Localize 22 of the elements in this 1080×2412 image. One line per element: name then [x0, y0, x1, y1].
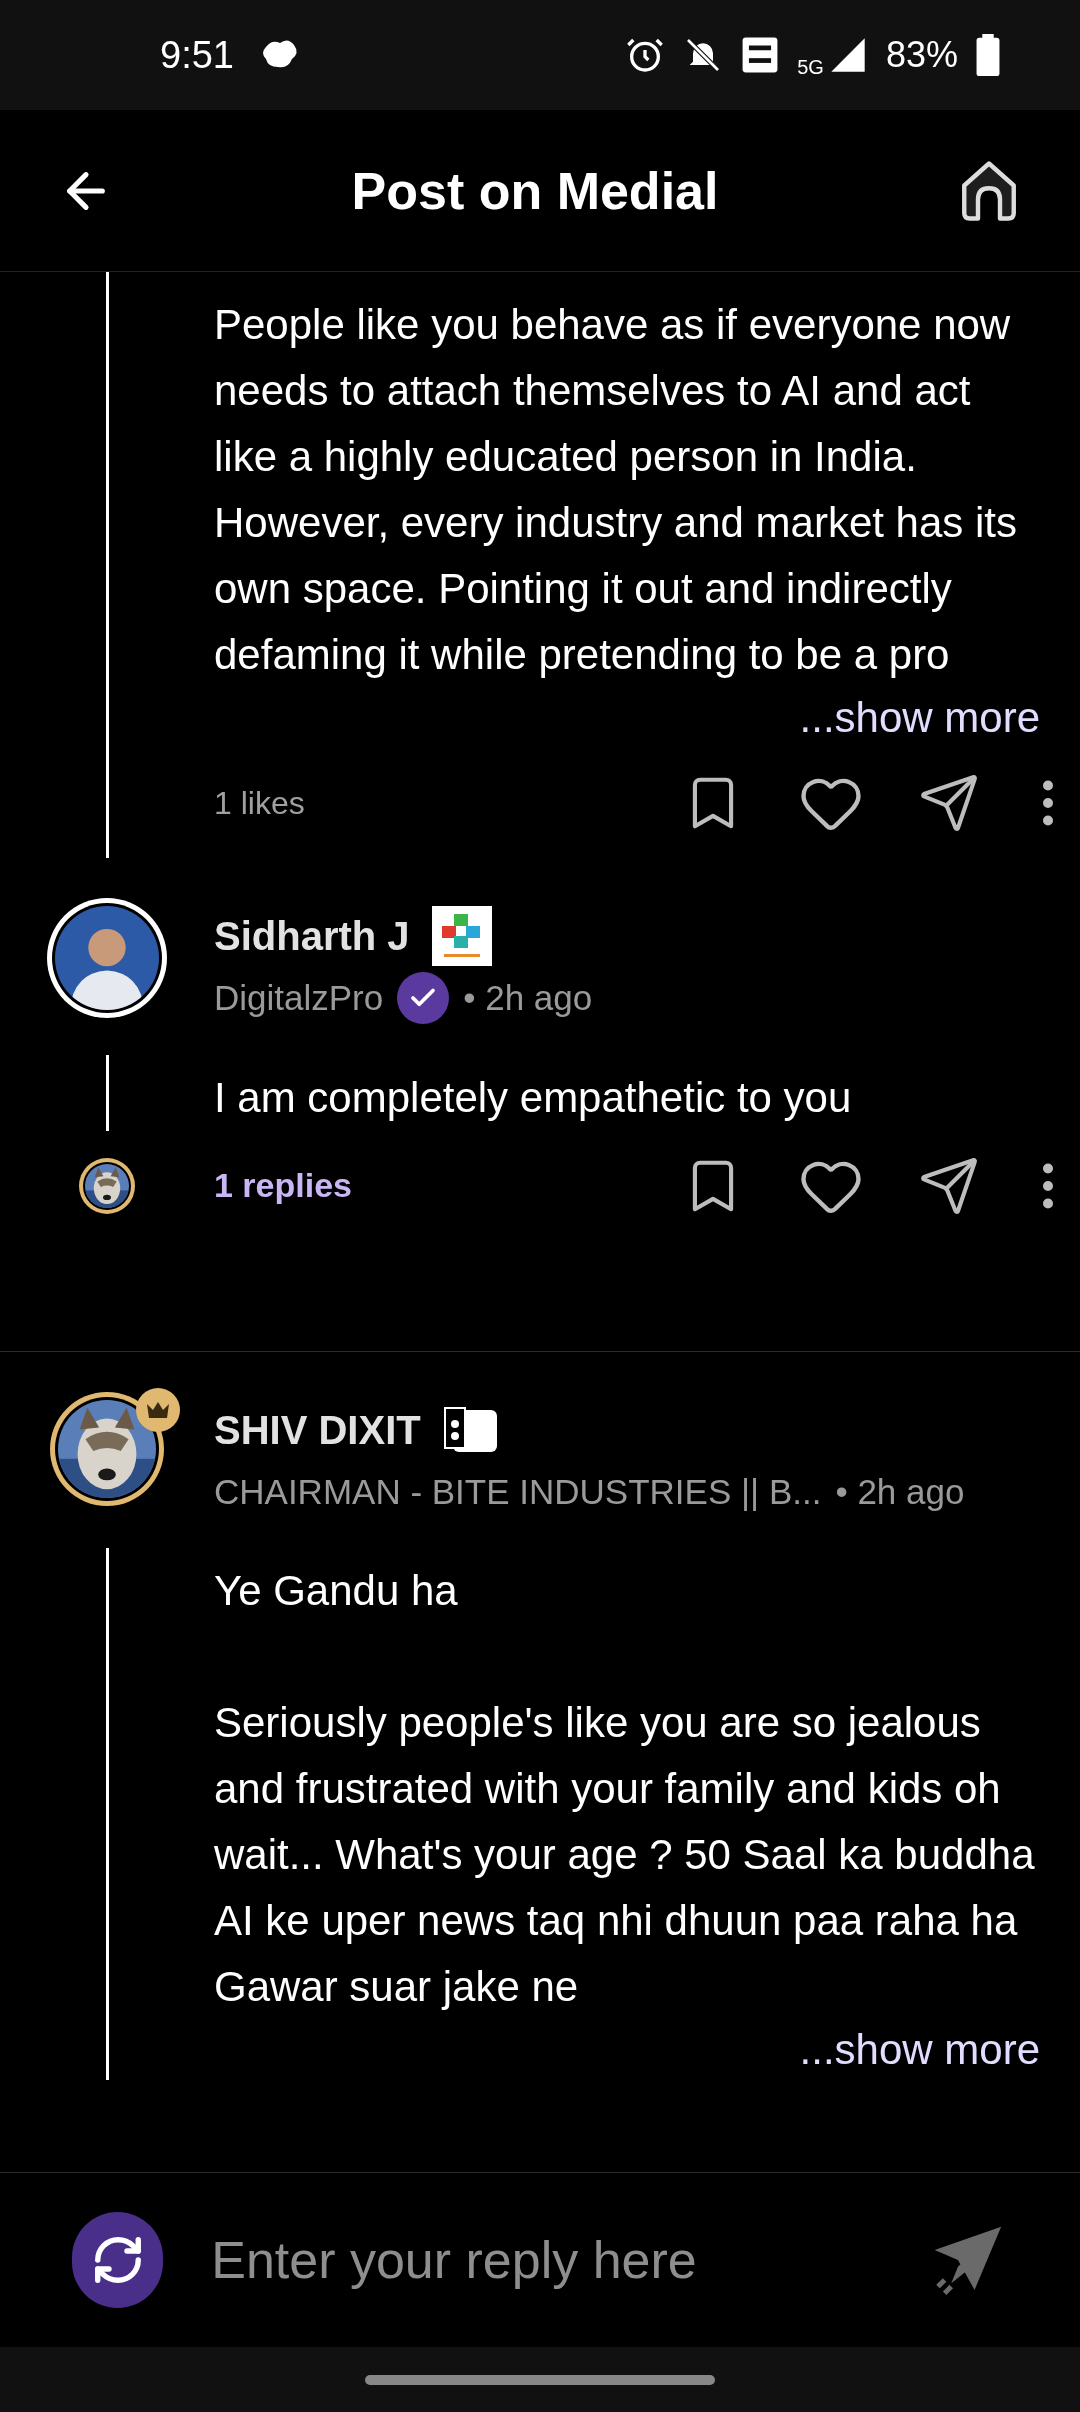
show-more-link[interactable]: ...show more: [799, 688, 1040, 748]
replies-link[interactable]: 1 replies: [214, 1160, 352, 1211]
timestamp: • 2h ago: [835, 1470, 965, 1513]
company-logo-icon: [431, 906, 492, 966]
author-subtitle: CHAIRMAN - BITE INDUSTRIES || B...: [214, 1470, 822, 1513]
author-name[interactable]: SHIV DIXIT: [214, 1399, 421, 1460]
author-subtitle: DigitalzPro: [214, 977, 384, 1019]
author-name[interactable]: Sidharth J: [214, 906, 410, 966]
battery-level: 83%: [885, 33, 958, 77]
network-label: 5G: [797, 55, 824, 80]
comment-text: Ye Gandu ha: [214, 1566, 459, 1616]
page-title: Post on Medial: [351, 160, 719, 222]
comment-text: People like you behave as if everyone now needs to attach themselves to AI and act like a highly educated person in India. However, every industry and market has its own space. Pointing it out and indirectly defaming it while pretending to be a pro: [214, 300, 1018, 680]
timestamp: • 2h ago: [463, 977, 593, 1019]
clock: 9:51: [160, 32, 234, 78]
comment-text: Seriously people's like you are so jealous and frustrated with your family and kids oh wait... What's your age ? 50 Saal ka buddha AI ke uper news taq nhi dhuun paa raha ha Gawar suar jake ne: [214, 1698, 1036, 2012]
show-more-link[interactable]: ...show more: [799, 2020, 1040, 2080]
likes-count: 1 likes: [214, 784, 305, 823]
reply-input[interactable]: Enter your reply here: [211, 2221, 881, 2299]
battery-icon: [976, 34, 1000, 76]
send-icon[interactable]: [918, 772, 980, 834]
comment-text: I am completely empathetic to you: [214, 1072, 853, 1123]
